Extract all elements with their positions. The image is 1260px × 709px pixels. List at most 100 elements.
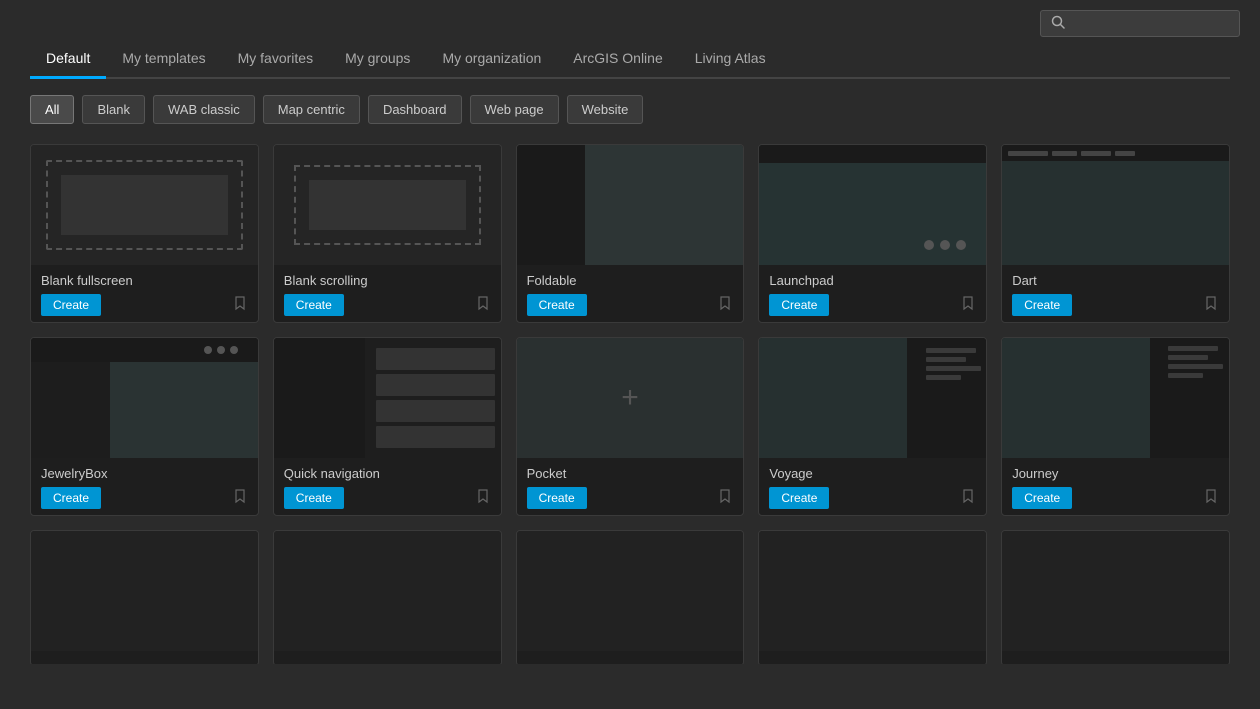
- template-card-jewelrybox: JewelryBox Create: [30, 337, 259, 516]
- template-info-dart: Dart Create: [1002, 265, 1229, 322]
- template-name-launchpad: Launchpad: [769, 273, 976, 288]
- template-thumb-partial4: [759, 531, 986, 651]
- tab-default[interactable]: Default: [30, 40, 106, 79]
- template-thumb-voyage: [759, 338, 986, 458]
- template-name-foldable: Foldable: [527, 273, 734, 288]
- create-btn-blank-fullscreen[interactable]: Create: [41, 294, 101, 316]
- bookmark-icon-journey[interactable]: [1203, 488, 1219, 509]
- template-thumb-foldable: [517, 145, 744, 265]
- filter-btn-website[interactable]: Website: [567, 95, 644, 124]
- template-thumb-jewelrybox: [31, 338, 258, 458]
- template-card-journey: Journey Create: [1001, 337, 1230, 516]
- filter-btn-all[interactable]: All: [30, 95, 74, 124]
- template-actions-launchpad: Create: [769, 294, 976, 316]
- template-info-jewelrybox: JewelryBox Create: [31, 458, 258, 515]
- create-btn-journey[interactable]: Create: [1012, 487, 1072, 509]
- template-actions-jewelrybox: Create: [41, 487, 248, 509]
- template-info-partial3: [517, 651, 744, 664]
- template-info-partial1: [31, 651, 258, 664]
- create-btn-quick-navigation[interactable]: Create: [284, 487, 344, 509]
- template-card-foldable: Foldable Create: [516, 144, 745, 323]
- tab-my-favorites[interactable]: My favorites: [222, 40, 329, 79]
- bookmark-icon-quick-navigation[interactable]: [475, 488, 491, 509]
- template-info-partial4: [759, 651, 986, 664]
- bookmark-icon-launchpad[interactable]: [960, 295, 976, 316]
- template-card-pocket: + Pocket Create: [516, 337, 745, 516]
- template-actions-blank-fullscreen: Create: [41, 294, 248, 316]
- bookmark-icon-pocket[interactable]: [717, 488, 733, 509]
- template-info-blank-scrolling: Blank scrolling Create: [274, 265, 501, 322]
- template-card-quick-navigation: Quick navigation Create: [273, 337, 502, 516]
- bookmark-icon-blank-fullscreen[interactable]: [232, 295, 248, 316]
- template-card-partial4: [758, 530, 987, 664]
- template-name-dart: Dart: [1012, 273, 1219, 288]
- bookmark-icon-dart[interactable]: [1203, 295, 1219, 316]
- template-thumb-partial2: [274, 531, 501, 651]
- search-bar[interactable]: [1040, 10, 1240, 37]
- template-actions-blank-scrolling: Create: [284, 294, 491, 316]
- template-info-partial2: [274, 651, 501, 664]
- template-card-partial5: [1001, 530, 1230, 664]
- template-thumb-partial1: [31, 531, 258, 651]
- template-info-quick-navigation: Quick navigation Create: [274, 458, 501, 515]
- tab-living-atlas[interactable]: Living Atlas: [679, 40, 782, 79]
- bookmark-icon-foldable[interactable]: [717, 295, 733, 316]
- template-info-launchpad: Launchpad Create: [759, 265, 986, 322]
- filter-btn-wab-classic[interactable]: WAB classic: [153, 95, 255, 124]
- template-name-journey: Journey: [1012, 466, 1219, 481]
- create-btn-pocket[interactable]: Create: [527, 487, 587, 509]
- template-card-dart: Dart Create: [1001, 144, 1230, 323]
- template-card-launchpad: Launchpad Create: [758, 144, 987, 323]
- template-thumb-partial5: [1002, 531, 1229, 651]
- template-name-pocket: Pocket: [527, 466, 734, 481]
- filter-btn-web-page[interactable]: Web page: [470, 95, 559, 124]
- template-actions-quick-navigation: Create: [284, 487, 491, 509]
- filter-btn-blank[interactable]: Blank: [82, 95, 145, 124]
- template-card-partial3: [516, 530, 745, 664]
- template-card-partial2: [273, 530, 502, 664]
- template-actions-pocket: Create: [527, 487, 734, 509]
- template-thumb-pocket: +: [517, 338, 744, 458]
- template-name-quick-navigation: Quick navigation: [284, 466, 491, 481]
- create-btn-voyage[interactable]: Create: [769, 487, 829, 509]
- create-btn-foldable[interactable]: Create: [527, 294, 587, 316]
- template-actions-voyage: Create: [769, 487, 976, 509]
- create-btn-dart[interactable]: Create: [1012, 294, 1072, 316]
- template-grid: Blank fullscreen Create Blank scrolling Cre…: [30, 144, 1230, 664]
- tab-my-groups[interactable]: My groups: [329, 40, 426, 79]
- template-card-blank-scrolling: Blank scrolling Create: [273, 144, 502, 323]
- template-actions-foldable: Create: [527, 294, 734, 316]
- template-name-blank-scrolling: Blank scrolling: [284, 273, 491, 288]
- search-icon: [1051, 15, 1065, 32]
- template-info-partial5: [1002, 651, 1229, 664]
- template-thumb-journey: [1002, 338, 1229, 458]
- template-thumb-blank-scrolling: [274, 145, 501, 265]
- bookmark-icon-voyage[interactable]: [960, 488, 976, 509]
- tab-my-templates[interactable]: My templates: [106, 40, 221, 79]
- filter-btn-dashboard[interactable]: Dashboard: [368, 95, 462, 124]
- search-input[interactable]: [1071, 16, 1229, 31]
- tab-my-organization[interactable]: My organization: [426, 40, 557, 79]
- tab-arcgis-online[interactable]: ArcGIS Online: [557, 40, 678, 79]
- filter-btn-map-centric[interactable]: Map centric: [263, 95, 360, 124]
- tabs-container: DefaultMy templatesMy favoritesMy groups…: [30, 40, 1230, 79]
- template-info-foldable: Foldable Create: [517, 265, 744, 322]
- create-btn-launchpad[interactable]: Create: [769, 294, 829, 316]
- template-name-jewelrybox: JewelryBox: [41, 466, 248, 481]
- template-info-voyage: VoyageCreate: [759, 458, 986, 515]
- template-thumb-blank-fullscreen: [31, 145, 258, 265]
- template-name-blank-fullscreen: Blank fullscreen: [41, 273, 248, 288]
- template-thumb-dart: [1002, 145, 1229, 265]
- template-info-blank-fullscreen: Blank fullscreen Create: [31, 265, 258, 322]
- create-btn-blank-scrolling[interactable]: Create: [284, 294, 344, 316]
- template-actions-journey: Create: [1012, 487, 1219, 509]
- template-card-blank-fullscreen: Blank fullscreen Create: [30, 144, 259, 323]
- create-btn-jewelrybox[interactable]: Create: [41, 487, 101, 509]
- template-card-voyage: VoyageCreate: [758, 337, 987, 516]
- template-info-pocket: Pocket Create: [517, 458, 744, 515]
- bookmark-icon-jewelrybox[interactable]: [232, 488, 248, 509]
- bookmark-icon-blank-scrolling[interactable]: [475, 295, 491, 316]
- template-thumb-partial3: [517, 531, 744, 651]
- template-thumb-quick-navigation: [274, 338, 501, 458]
- filter-row: All Blank WAB classic Map centric Dashboard W…: [30, 95, 1230, 124]
